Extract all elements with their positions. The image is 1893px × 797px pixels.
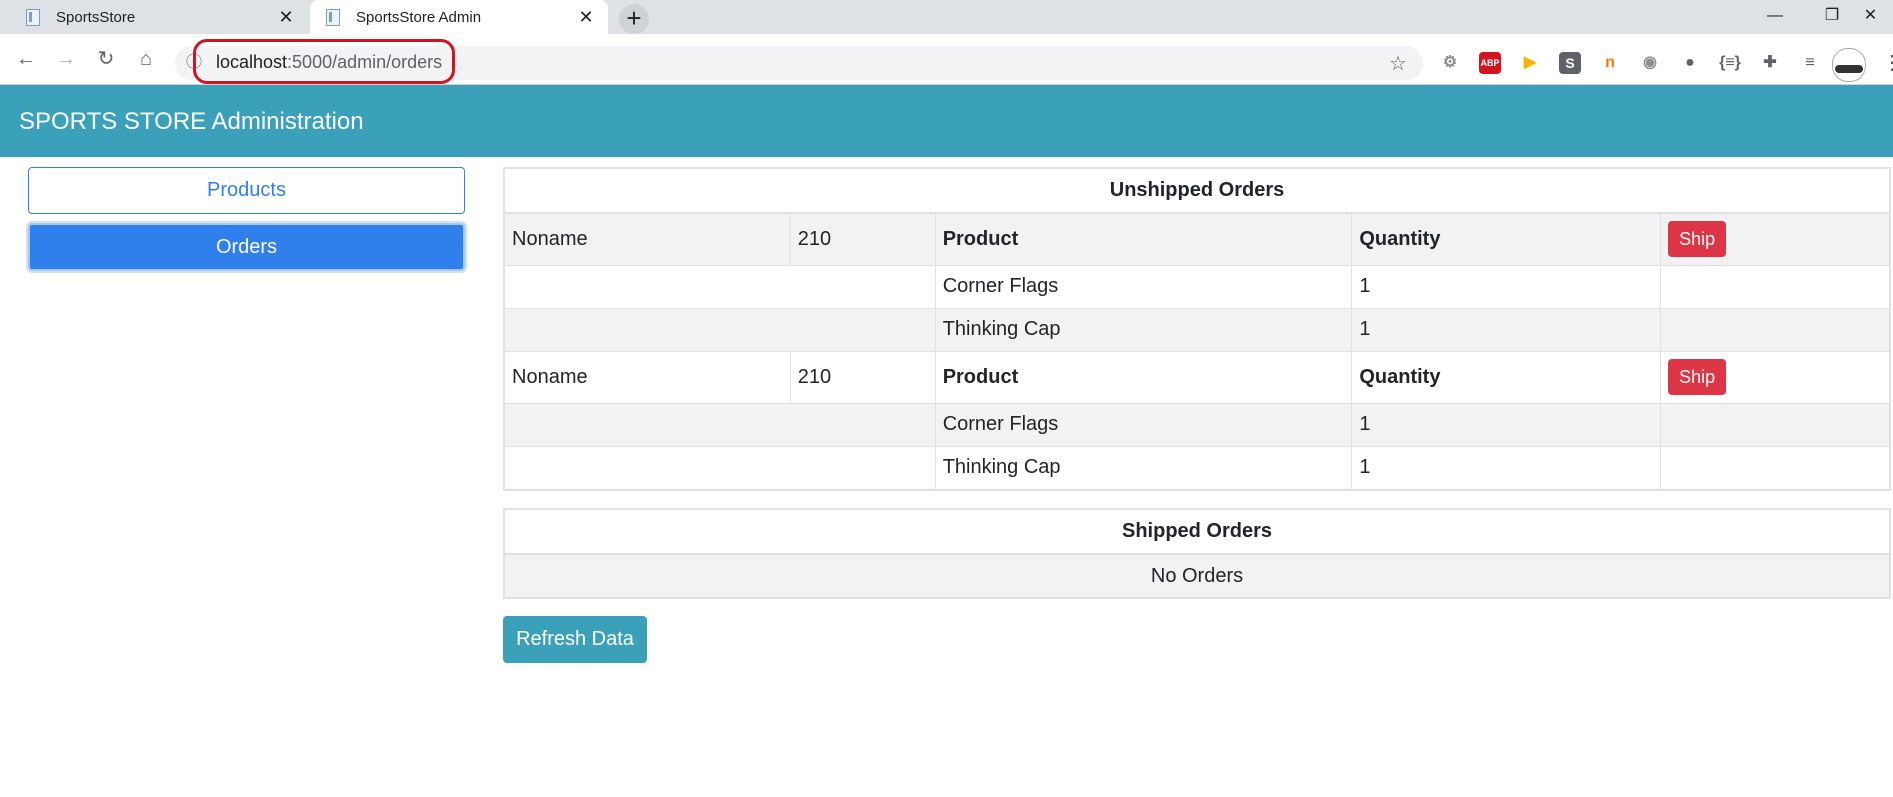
line-quantity: 1 — [1351, 264, 1662, 309]
quantity-header: Quantity — [1351, 212, 1662, 266]
new-tab-button[interactable]: + — [619, 4, 649, 34]
tab-title: SportsStore — [56, 8, 136, 26]
gear-icon[interactable]: ⚙ — [1439, 52, 1461, 74]
line-quantity: 1 — [1351, 402, 1662, 447]
menu-kebab-icon[interactable]: ⋮ — [1882, 50, 1893, 75]
window-close-icon[interactable]: ✕ — [1848, 0, 1893, 34]
ship-cell: Ship — [1660, 212, 1890, 266]
profile-avatar[interactable] — [1832, 48, 1866, 82]
reload-icon[interactable]: ↻ — [91, 44, 121, 74]
signal-icon[interactable]: ◉ — [1639, 52, 1661, 74]
forward-icon[interactable]: → — [51, 44, 81, 74]
s-icon[interactable]: S — [1559, 52, 1581, 74]
quantity-header: Quantity — [1351, 350, 1662, 404]
minimize-icon[interactable]: — — [1745, 0, 1805, 34]
order-row: Noname 210 Product Quantity Ship — [504, 212, 1890, 266]
browser-tab-sportsstore-admin[interactable]: SportsStore Admin ✕ — [310, 0, 608, 34]
order-name: Noname — [504, 212, 791, 266]
json-icon[interactable]: {≡} — [1719, 52, 1741, 74]
order-name: Noname — [504, 350, 791, 404]
close-icon[interactable]: ✕ — [574, 7, 598, 28]
table-title: Shipped Orders — [504, 509, 1890, 555]
order-line-row: Corner Flags 1 — [504, 264, 1890, 309]
home-icon[interactable]: ⌂ — [131, 44, 161, 74]
close-icon[interactable]: ✕ — [274, 7, 298, 28]
circles-icon[interactable]: ● — [1679, 52, 1701, 74]
sidebar-item-orders[interactable]: Orders — [28, 223, 465, 271]
ship-button[interactable]: Ship — [1668, 359, 1727, 395]
ship-cell: Ship — [1660, 350, 1890, 404]
order-line-row: Corner Flags 1 — [504, 402, 1890, 447]
puzzle-icon[interactable]: ✚ — [1759, 52, 1781, 74]
order-zip: 210 — [789, 350, 936, 404]
ship-button[interactable]: Ship — [1668, 221, 1727, 258]
back-icon[interactable]: ← — [11, 44, 41, 74]
unshipped-orders-table: Unshipped Orders Noname 210 Product Quan… — [503, 167, 1891, 491]
product-header: Product — [934, 212, 1353, 266]
play-icon[interactable]: ▶ — [1519, 52, 1541, 74]
product-header: Product — [934, 350, 1353, 404]
line-product: Thinking Cap — [934, 307, 1353, 352]
browser-tab-strip: SportsStore ✕ SportsStore Admin ✕ + — ❐ … — [0, 0, 1893, 34]
line-product: Corner Flags — [934, 264, 1353, 309]
order-row: Noname 210 Product Quantity Ship — [504, 350, 1890, 404]
page-icon — [24, 8, 42, 26]
page-icon — [324, 8, 342, 26]
order-line-row: Thinking Cap 1 — [504, 445, 1890, 490]
sidebar-item-products[interactable]: Products — [28, 167, 465, 214]
bookmark-star-icon[interactable]: ☆ — [1389, 51, 1407, 76]
n-icon[interactable]: n — [1599, 52, 1621, 74]
shipped-orders-table: Shipped Orders No Orders — [503, 508, 1891, 599]
url-annotation-ellipse — [193, 39, 455, 84]
table-title: Unshipped Orders — [504, 168, 1890, 214]
app-title: SPORTS STORE Administration — [19, 108, 364, 135]
playlist-icon[interactable]: ≡ — [1799, 52, 1821, 74]
browser-tab-sportsstore[interactable]: SportsStore ✕ — [10, 0, 308, 34]
line-product: Corner Flags — [934, 402, 1353, 447]
order-zip: 210 — [789, 212, 936, 266]
line-quantity: 1 — [1351, 307, 1662, 352]
order-line-row: Thinking Cap 1 — [504, 307, 1890, 352]
line-quantity: 1 — [1351, 445, 1662, 490]
adblock-icon[interactable]: ABP — [1479, 52, 1501, 74]
line-product: Thinking Cap — [934, 445, 1353, 490]
tab-title: SportsStore Admin — [356, 8, 482, 26]
empty-message: No Orders — [504, 553, 1890, 598]
refresh-data-button[interactable]: Refresh Data — [503, 616, 647, 663]
